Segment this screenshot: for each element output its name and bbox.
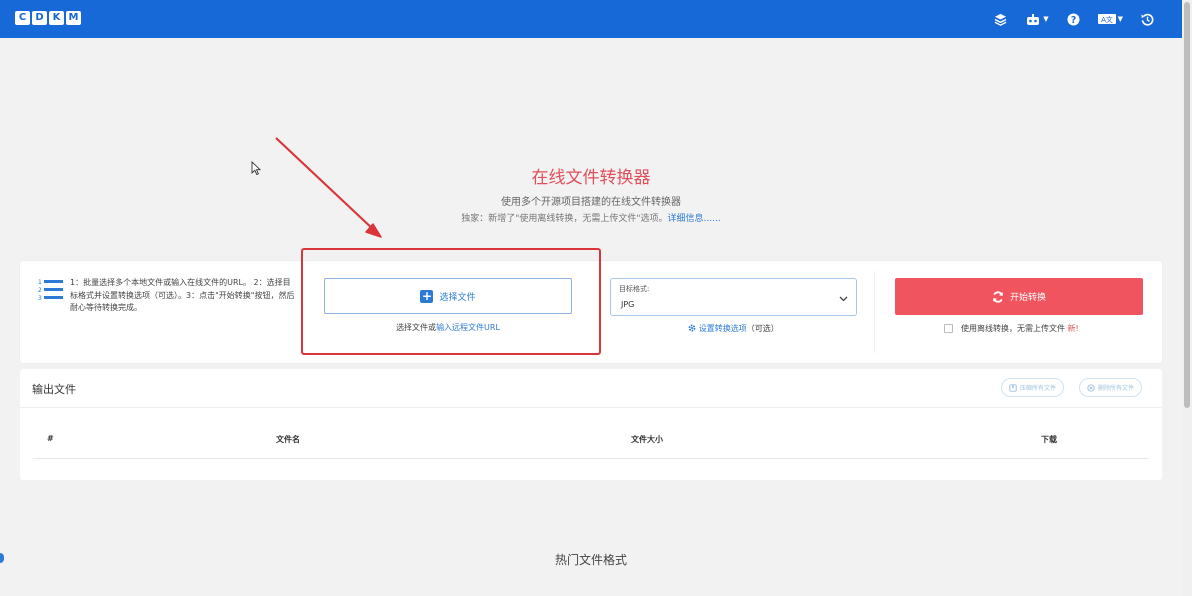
column-header-filename: 文件名 [276, 435, 300, 444]
output-divider [20, 407, 1162, 408]
layers-icon[interactable] [994, 10, 1007, 28]
options-link[interactable]: 设置转换选项 [688, 324, 747, 333]
column-header-index: # [47, 434, 54, 443]
column-header-filesize: 文件大小 [631, 435, 663, 444]
start-conversion-button[interactable]: 开始转换 [895, 278, 1143, 315]
logo-letter-c: C [15, 11, 30, 25]
select-file-button[interactable]: + 选择文件 [324, 278, 572, 314]
select-file-label: 选择文件 [439, 292, 476, 303]
language-label: A文 [1101, 15, 1113, 24]
popular-formats-heading: 热门文件格式 [554, 553, 627, 567]
help-icon[interactable]: ? [1067, 10, 1080, 28]
page-subtitle: 使用多个开源项目搭建的在线文件转换器 [501, 197, 681, 208]
chevron-down-icon: ▼ [1043, 15, 1049, 23]
page-title: 在线文件转换器 [531, 168, 651, 188]
column-header-download: 下载 [1041, 435, 1057, 444]
svg-text:2: 2 [38, 287, 42, 294]
target-format-value: JPG [621, 300, 635, 309]
new-badge: 新! [1067, 324, 1079, 333]
target-format-label: 目标格式: [619, 285, 650, 293]
output-title: 输出文件 [32, 383, 76, 396]
logo-letter-k: K [49, 11, 64, 25]
select-hint: 选择文件或输入远程文件URL [324, 322, 572, 333]
chevron-down-icon: ▼ [1117, 15, 1123, 23]
logo-letter-m: M [66, 11, 81, 25]
svg-text:1: 1 [38, 279, 42, 286]
announcement-text: 独家：新增了"使用离线转换，无需上传文件"选项。 [461, 214, 668, 224]
delete-all-button[interactable]: 删除所有文件 [1079, 378, 1143, 397]
offline-label: 使用离线转换，无需上传文件 [961, 324, 1065, 333]
top-navbar: C D K M ▼ ? A文 ▼ [0, 0, 1182, 38]
remote-url-link[interactable]: 输入远程文件URL [436, 323, 500, 332]
logo-letter-d: D [32, 11, 47, 25]
page-scrollbar[interactable] [1182, 0, 1192, 596]
robot-icon[interactable]: ▼ [1025, 10, 1049, 28]
compress-all-label: 压缩所有文件 [1020, 385, 1057, 392]
refresh-icon [993, 290, 1003, 303]
announcement: 独家：新增了"使用离线转换，无需上传文件"选项。详细信息...... [0, 211, 1182, 224]
delete-all-label: 删除所有文件 [1098, 385, 1135, 392]
site-logo[interactable]: C D K M [15, 11, 81, 25]
instructions-text: 1：批量选择多个本地文件或输入在线文件的URL。 2：选择目标格式并设置转换选项… [70, 278, 295, 312]
close-icon [1087, 383, 1095, 392]
chevron-down-icon [839, 296, 848, 302]
offline-checkbox[interactable] [944, 324, 953, 333]
navbar-icons: ▼ ? A文 ▼ [994, 10, 1154, 28]
conversion-options: 设置转换选项（可选） [610, 323, 857, 334]
plus-icon: + [420, 288, 434, 303]
svg-text:3: 3 [38, 295, 42, 302]
output-files-panel: 输出文件 压缩所有文件 删除所有文件 # 文件名 文件大小 下载 [20, 369, 1162, 480]
numbered-list-icon: 1 2 3 [38, 279, 63, 302]
gear-icon [688, 324, 696, 332]
target-format-select[interactable]: 目标格式: JPG [610, 278, 857, 316]
offline-option: 使用离线转换，无需上传文件 新! [944, 323, 1079, 334]
language-icon[interactable]: A文 ▼ [1097, 10, 1123, 28]
start-conversion-label: 开始转换 [1009, 293, 1046, 303]
details-link[interactable]: 详细信息...... [668, 214, 721, 224]
svg-text:?: ? [1070, 14, 1075, 25]
panel-divider [874, 271, 875, 353]
select-hint-text: 选择文件或 [396, 323, 437, 332]
options-optional: （可选） [746, 324, 779, 333]
options-link-label: 设置转换选项 [698, 324, 747, 333]
history-icon[interactable] [1141, 10, 1154, 28]
scrollbar-thumb[interactable] [1184, 2, 1190, 408]
archive-icon [1009, 383, 1017, 392]
compress-all-button[interactable]: 压缩所有文件 [1001, 378, 1065, 397]
table-header-divider [33, 458, 1149, 459]
converter-panel: 1 2 3 1：批量选择多个本地文件或输入在线文件的URL。 2：选择目标格式并… [20, 261, 1162, 363]
